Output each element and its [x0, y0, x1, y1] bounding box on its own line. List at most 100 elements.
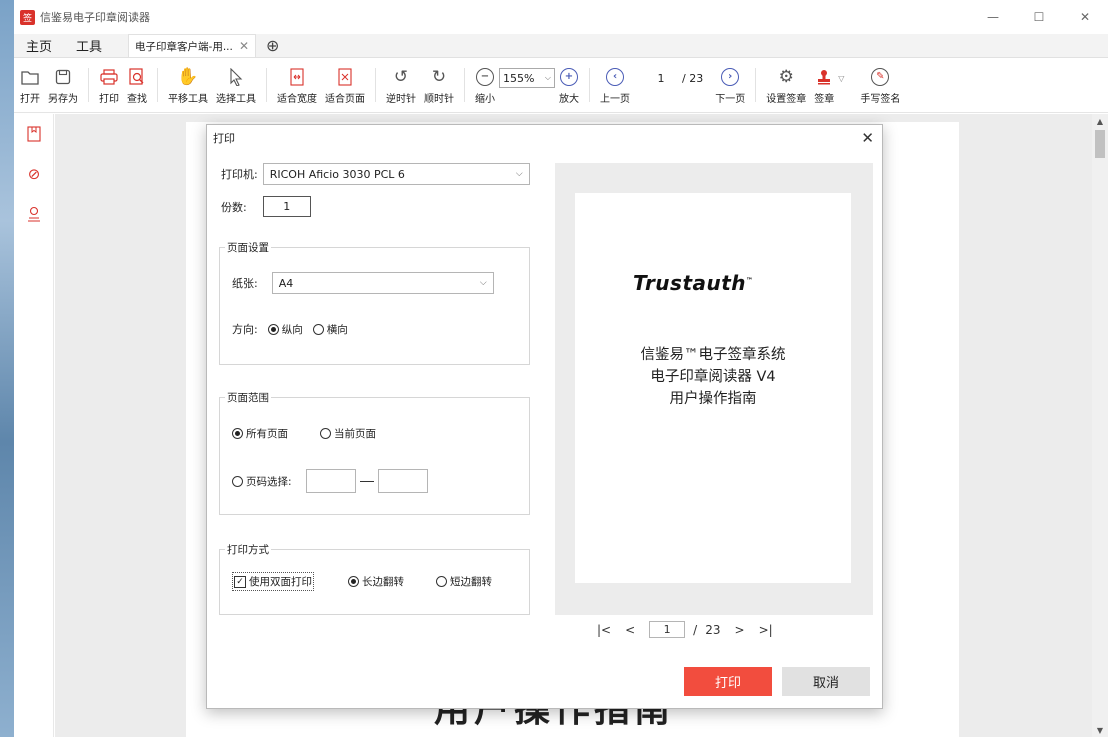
- fit-width-button[interactable]: 适合宽度: [273, 62, 321, 108]
- zoom-out-icon: −: [476, 66, 494, 88]
- close-tab-icon[interactable]: ✕: [239, 39, 249, 53]
- rotate-right-icon: ↻: [431, 66, 447, 87]
- scroll-thumb[interactable]: [1095, 130, 1105, 158]
- rotate-ccw-button[interactable]: ↺ 逆时针: [382, 62, 420, 108]
- duplex-checkbox[interactable]: ✓ 使用双面打印: [232, 572, 314, 591]
- page-setup-title: 页面设置: [225, 240, 271, 255]
- minimize-button[interactable]: —: [970, 0, 1016, 34]
- scroll-down-icon[interactable]: ▼: [1092, 723, 1108, 737]
- paper-value: A4: [278, 276, 294, 290]
- paper-select[interactable]: A4 ⌵: [271, 272, 494, 294]
- current-page-input[interactable]: 1: [646, 72, 676, 85]
- portrait-label: 纵向: [281, 323, 303, 336]
- bookmark-icon[interactable]: [14, 114, 54, 154]
- printer-select[interactable]: RICOH Aficio 3030 PCL 6 ⌵: [262, 163, 530, 185]
- radio-icon: [232, 475, 243, 487]
- pan-tool-label: 平移工具: [168, 93, 208, 105]
- prev-preview-icon[interactable]: <: [625, 623, 635, 637]
- long-edge-radio[interactable]: 长边翻转: [348, 574, 404, 589]
- main-toolbar: 打开 另存为 打印 查找 ✋ 平移工具 选择工具 适合宽度 适合页面 ↺ 逆时针…: [14, 58, 1108, 113]
- handwrite-sign-button[interactable]: ✎ 手写签名: [856, 62, 904, 108]
- next-page-button[interactable]: › 下一页: [711, 62, 749, 108]
- paper-label: 纸张:: [232, 277, 258, 290]
- attachment-icon[interactable]: ⊘: [14, 154, 54, 194]
- rotate-cw-button[interactable]: ↻ 顺时针: [420, 62, 458, 108]
- last-page-icon[interactable]: >|: [759, 623, 773, 637]
- radio-icon: [312, 323, 324, 335]
- seal-settings-button[interactable]: ⚙ 设置签章: [762, 62, 810, 108]
- title-bar: 签 信鉴易电子印章阅读器 — ☐ ✕: [14, 0, 1108, 34]
- toolbar-divider: [88, 68, 89, 102]
- prev-page-button[interactable]: ‹ 上一页: [596, 62, 634, 108]
- next-preview-icon[interactable]: >: [735, 623, 745, 637]
- chevron-left-icon: ‹: [606, 66, 624, 88]
- printer-row: 打印机: RICOH Aficio 3030 PCL 6 ⌵: [221, 163, 530, 185]
- toolbar-divider: [755, 68, 757, 102]
- first-page-icon[interactable]: |<: [597, 623, 611, 637]
- find-label: 查找: [127, 93, 147, 105]
- seal-icon[interactable]: [14, 194, 54, 234]
- pan-tool-button[interactable]: ✋ 平移工具: [164, 62, 212, 108]
- page-from-input[interactable]: [305, 469, 356, 493]
- open-label: 打开: [20, 93, 40, 105]
- document-tab[interactable]: 电子印章客户端-用... ✕: [128, 34, 257, 57]
- page-select-radio[interactable]: 页码选择:: [232, 474, 292, 489]
- app-logo-icon: 签: [20, 9, 35, 25]
- add-tab-icon[interactable]: ⊕: [256, 34, 289, 57]
- zoom-in-button[interactable]: + 放大: [555, 62, 583, 108]
- chevron-down-icon: ⌵: [544, 73, 551, 82]
- close-window-button[interactable]: ✕: [1062, 0, 1108, 34]
- landscape-radio[interactable]: 横向: [312, 322, 348, 337]
- sign-button[interactable]: 签章: [810, 62, 838, 108]
- copies-input[interactable]: 1: [262, 196, 311, 217]
- radio-icon: [320, 428, 331, 439]
- scroll-up-icon[interactable]: ▲: [1092, 114, 1108, 128]
- print-label: 打印: [99, 93, 119, 105]
- vertical-scrollbar[interactable]: ▲ ▼: [1092, 114, 1108, 737]
- maximize-button[interactable]: ☐: [1016, 0, 1062, 34]
- chevron-right-icon: ›: [721, 66, 740, 88]
- save-as-button[interactable]: 另存为: [44, 62, 82, 108]
- landscape-label: 横向: [326, 323, 348, 336]
- toolbar-divider: [464, 68, 465, 102]
- page-to-input[interactable]: [377, 469, 428, 493]
- pen-icon: ✎: [871, 66, 890, 88]
- portrait-radio[interactable]: 纵向: [267, 322, 303, 337]
- all-pages-radio[interactable]: 所有页面: [232, 426, 288, 441]
- page-range-title: 页面范围: [225, 390, 271, 405]
- print-toolbar-button[interactable]: 打印: [95, 62, 123, 108]
- select-tool-button[interactable]: 选择工具: [212, 62, 260, 108]
- checkbox-checked-icon: ✓: [234, 575, 246, 588]
- duplex-label: 使用双面打印: [249, 576, 312, 588]
- sign-dropdown-icon[interactable]: ▽: [838, 74, 844, 83]
- fit-width-label: 适合宽度: [277, 93, 317, 105]
- rotate-left-icon: ↺: [393, 66, 409, 87]
- short-edge-label: 短边翻转: [450, 576, 492, 588]
- print-mode-group: 打印方式 ✓ 使用双面打印 长边翻转 短边翻转: [219, 542, 530, 615]
- print-dialog: 打印 ✕ 打印机: RICOH Aficio 3030 PCL 6 ⌵ 份数: …: [206, 124, 883, 709]
- paper-row: 纸张: A4 ⌵: [232, 272, 494, 294]
- open-button[interactable]: 打开: [16, 62, 44, 108]
- preview-navigation: |< < 1 / 23 > >|: [597, 621, 773, 638]
- preview-page-input[interactable]: 1: [649, 621, 686, 638]
- gear-icon: ⚙: [778, 66, 794, 87]
- print-button[interactable]: 打印: [684, 667, 772, 696]
- window-title: 信鉴易电子印章阅读器: [40, 11, 150, 24]
- short-edge-radio[interactable]: 短边翻转: [436, 574, 492, 589]
- fit-page-icon: [338, 66, 352, 88]
- find-button[interactable]: 查找: [123, 62, 151, 108]
- cancel-button[interactable]: 取消: [782, 667, 870, 696]
- copies-label: 份数:: [221, 200, 247, 214]
- folder-icon: [21, 66, 39, 88]
- preview-page-total: 23: [705, 622, 721, 637]
- copies-row: 份数: 1: [221, 196, 311, 217]
- tab-tools[interactable]: 工具: [64, 34, 114, 57]
- dialog-close-icon[interactable]: ✕: [861, 129, 874, 147]
- tab-home[interactable]: 主页: [14, 34, 64, 57]
- zoom-level-select[interactable]: 155% ⌵: [499, 68, 555, 88]
- fit-page-button[interactable]: 适合页面: [321, 62, 369, 108]
- current-page-radio[interactable]: 当前页面: [320, 426, 376, 441]
- fit-width-icon: [290, 66, 304, 88]
- zoom-out-button[interactable]: − 缩小: [471, 62, 499, 108]
- zoom-out-label: 缩小: [475, 93, 495, 105]
